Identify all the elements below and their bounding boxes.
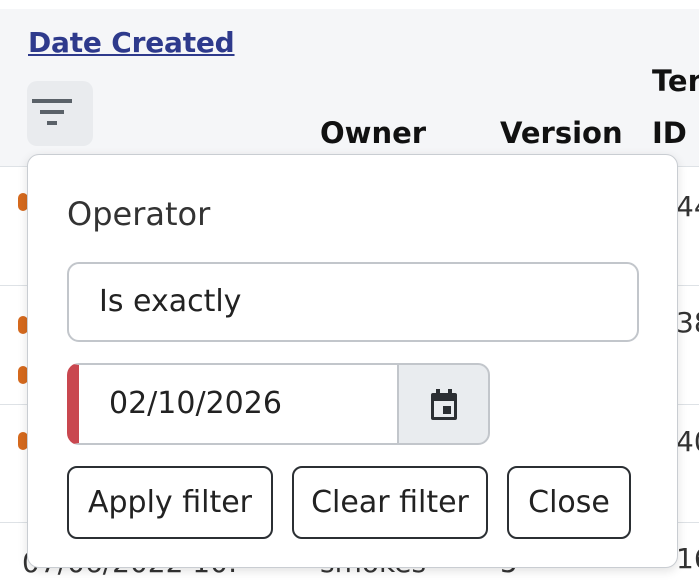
filter-popover: Operator Is exactly 02/10/2026 Apply fil… bbox=[27, 154, 678, 568]
date-created-column-link[interactable]: Date Created bbox=[28, 26, 235, 59]
operator-select[interactable]: Is exactly bbox=[67, 262, 639, 342]
apply-filter-button[interactable]: Apply filter bbox=[67, 466, 273, 539]
date-picker-button[interactable] bbox=[397, 363, 490, 445]
date-input[interactable]: 02/10/2026 bbox=[67, 363, 398, 445]
template-id-header-line2[interactable]: ID bbox=[652, 116, 687, 150]
owner-column-header[interactable]: Owner bbox=[320, 116, 426, 150]
filter-toggle-button[interactable] bbox=[27, 81, 93, 146]
version-column-header[interactable]: Version bbox=[500, 116, 623, 150]
table-cell: 40 bbox=[676, 425, 699, 458]
table-cell: 16 bbox=[676, 542, 699, 575]
date-input-group: 02/10/2026 bbox=[67, 363, 490, 445]
calendar-icon bbox=[431, 389, 457, 420]
table-cell: 38 bbox=[676, 306, 699, 339]
close-button[interactable]: Close bbox=[507, 466, 631, 539]
table-cell: 44 bbox=[676, 190, 699, 223]
operator-label: Operator bbox=[67, 195, 211, 233]
clear-filter-button[interactable]: Clear filter bbox=[292, 466, 488, 539]
filter-icon bbox=[32, 99, 72, 125]
template-id-header-line1[interactable]: Ten bbox=[652, 64, 699, 98]
